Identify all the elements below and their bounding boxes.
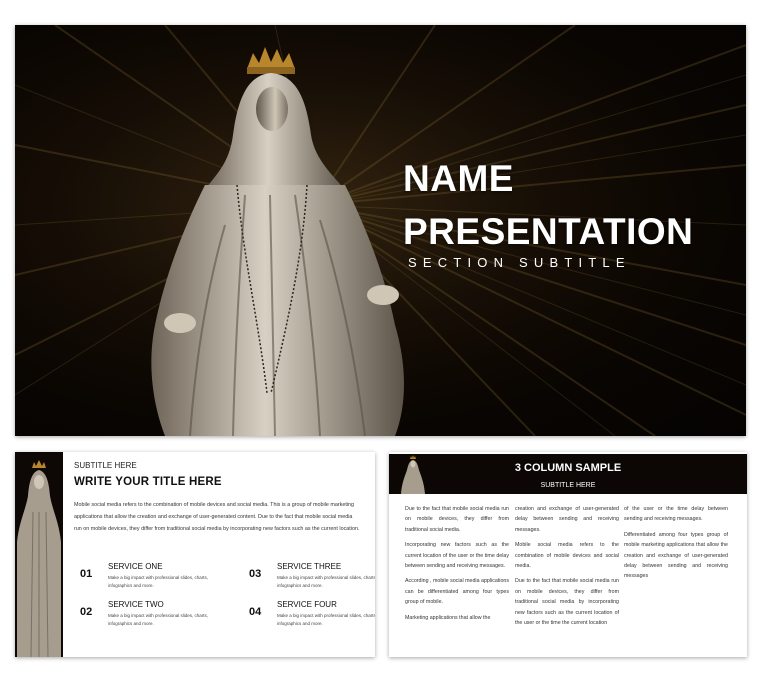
slide-header-bar: 3 COLUMN SAMPLE SUBTITLE HERE xyxy=(389,454,747,494)
column-paragraph: creation and exchange of user-generated … xyxy=(515,506,619,533)
service-number: 01 xyxy=(80,568,93,580)
title-line-1: NAME xyxy=(403,158,514,199)
service-description: Make a big impact with professional slid… xyxy=(108,613,209,626)
section-subtitle: SECTION SUBTITLE xyxy=(408,255,631,270)
slide-subtitle: SUBTITLE HERE xyxy=(540,482,596,489)
title-line-2: PRESENTATION xyxy=(403,211,694,252)
statue-thumbnail-image xyxy=(15,452,63,657)
service-number: 02 xyxy=(80,606,93,618)
slide-title: 3 COLUMN SAMPLE xyxy=(514,462,622,474)
column-paragraph: Differentiated among four types group of… xyxy=(624,531,728,580)
slide-title: WRITE YOUR TITLE HERE xyxy=(74,476,222,488)
text-column-2: creation and exchange of user-generated … xyxy=(515,504,619,633)
service-description: Make a big impact with professional slid… xyxy=(277,575,375,588)
column-paragraph: Mobile social media refers to the combin… xyxy=(515,542,619,570)
slide-thumbnail-three-column[interactable]: 3 COLUMN SAMPLE SUBTITLE HERE Due to the… xyxy=(389,452,747,657)
service-name: SERVICE TWO xyxy=(108,600,164,609)
slide-thumbnail-services[interactable]: SUBTITLE HERE WRITE YOUR TITLE HERE Mobi… xyxy=(15,452,375,657)
service-number: 04 xyxy=(249,606,262,618)
service-number: 03 xyxy=(249,568,262,580)
column-paragraph: Incorporating new factors such as the cu… xyxy=(405,542,509,570)
main-slide[interactable]: NAME PRESENTATION SECTION SUBTITLE xyxy=(15,25,746,436)
column-paragraph: According , mobile social media applicat… xyxy=(405,578,509,606)
slide-subtitle: SUBTITLE HERE xyxy=(74,461,137,470)
slide-paragraph: Mobile social media refers to the combin… xyxy=(74,502,360,532)
column-paragraph: Due to the fact that mobile social media… xyxy=(405,506,509,533)
service-name: SERVICE ONE xyxy=(108,562,163,571)
column-paragraph: Marketing applications that allow the xyxy=(405,614,491,621)
presentation-title: NAME PRESENTATION xyxy=(403,152,693,258)
text-column-1: Due to the fact that mobile social media… xyxy=(405,504,509,628)
service-name: SERVICE THREE xyxy=(277,562,342,571)
service-name: SERVICE FOUR xyxy=(277,600,337,609)
service-description: Make a big impact with professional slid… xyxy=(277,613,375,626)
column-paragraph: of the user or the time delay between se… xyxy=(624,506,728,523)
column-paragraph: Due to the fact that mobile social media… xyxy=(515,578,619,627)
service-description: Make a big impact with professional slid… xyxy=(108,575,209,588)
text-column-3: of the user or the time delay between se… xyxy=(624,504,728,587)
